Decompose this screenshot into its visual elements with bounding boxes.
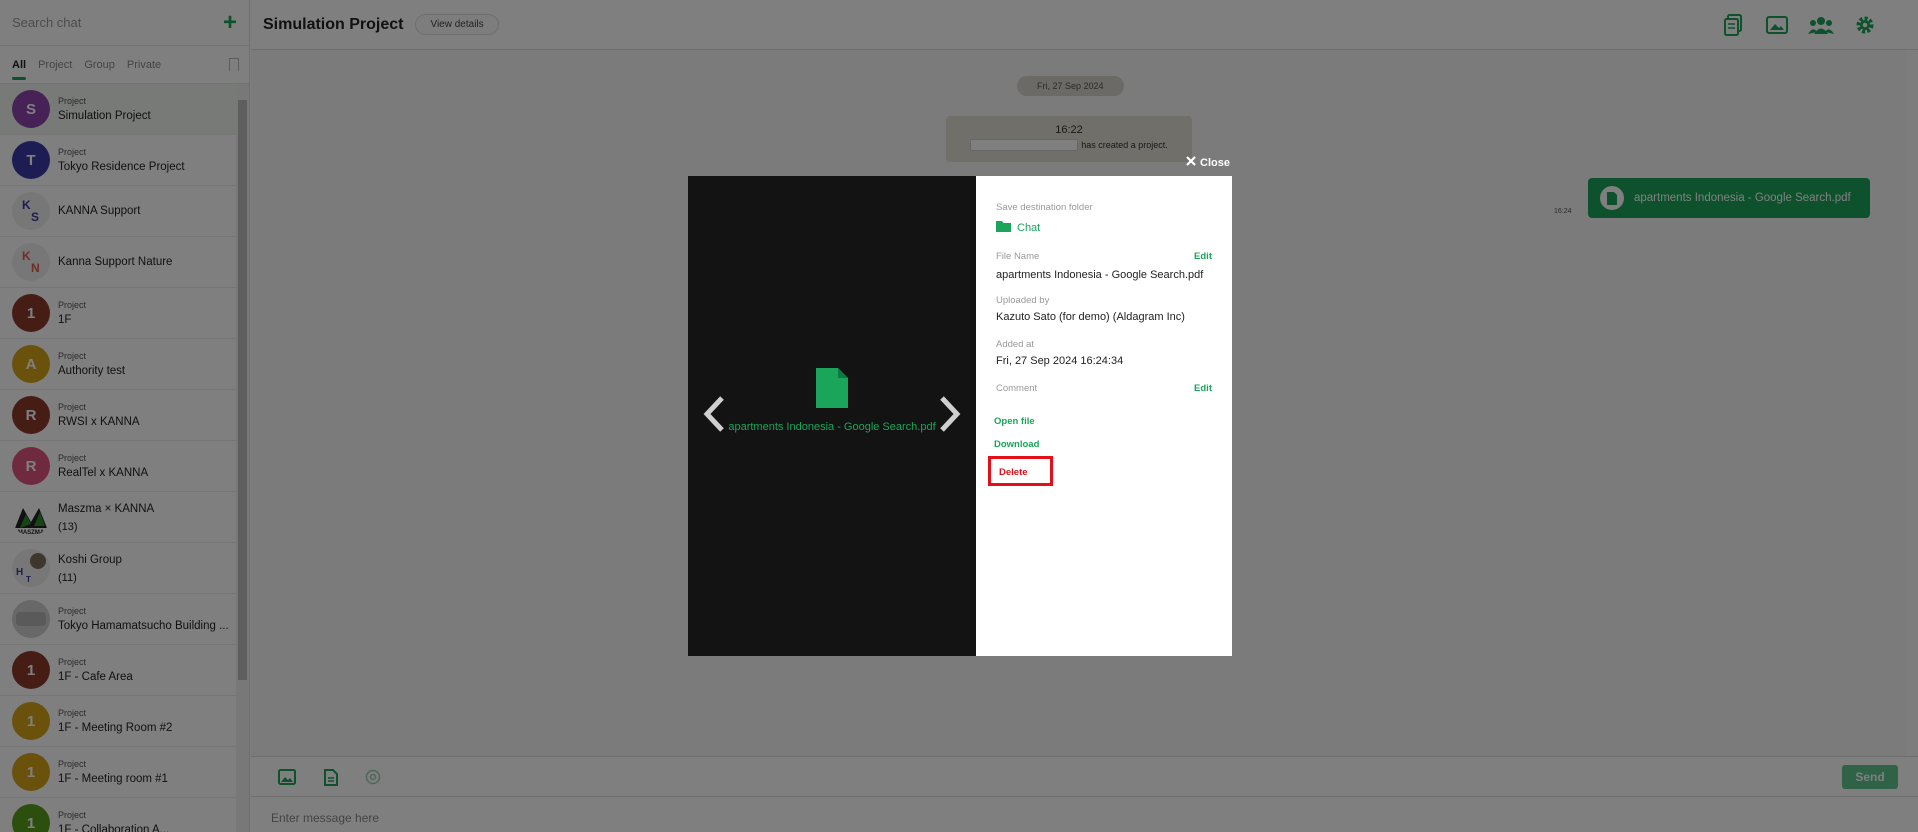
added-at-value: Fri, 27 Sep 2024 16:24:34 <box>996 355 1124 367</box>
close-button[interactable]: Close <box>1186 156 1230 169</box>
folder-icon <box>996 219 1011 237</box>
delete-highlight: Delete <box>988 456 1053 486</box>
open-file-button[interactable]: Open file <box>994 416 1212 427</box>
edit-comment-button[interactable]: Edit <box>1194 383 1212 394</box>
delete-button[interactable]: Delete <box>999 467 1042 478</box>
chevron-left-icon[interactable] <box>702 392 726 436</box>
added-at-label: Added at <box>996 339 1035 350</box>
save-destination-label: Save destination folder <box>996 202 1093 213</box>
edit-file-name-button[interactable]: Edit <box>1194 251 1212 262</box>
chevron-right-icon[interactable] <box>938 392 962 436</box>
folder-name: Chat <box>1017 222 1041 234</box>
download-button[interactable]: Download <box>994 439 1212 450</box>
file-preview-pane: apartments Indonesia - Google Search.pdf <box>688 176 976 656</box>
comment-label: Comment <box>996 383 1038 394</box>
file-name-value: apartments Indonesia - Google Search.pdf <box>996 269 1204 281</box>
preview-file-name: apartments Indonesia - Google Search.pdf <box>728 421 936 433</box>
document-icon <box>816 368 848 413</box>
file-details-pane: Save destination folder Chat File Name E… <box>976 176 1232 656</box>
save-destination-folder[interactable]: Chat <box>996 219 1212 237</box>
file-name-label: File Name <box>996 251 1040 262</box>
uploaded-by-value: Kazuto Sato (for demo) (Aldagram Inc) <box>996 311 1185 323</box>
close-icon <box>1186 156 1196 169</box>
uploaded-by-label: Uploaded by <box>996 295 1050 306</box>
close-label: Close <box>1200 156 1230 169</box>
